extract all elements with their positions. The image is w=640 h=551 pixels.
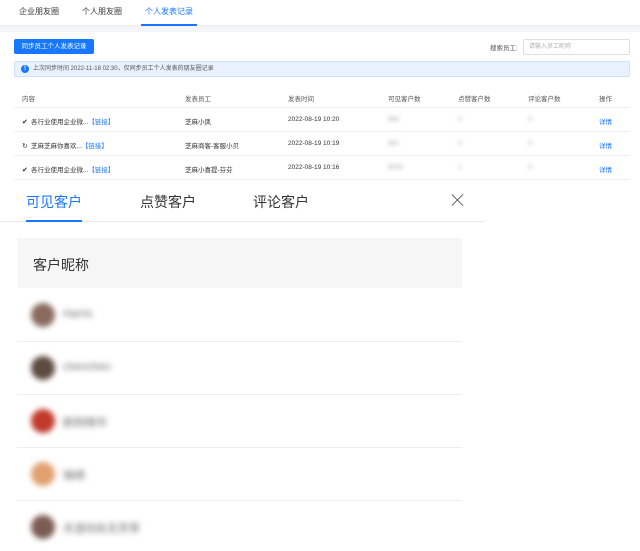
customer-nickname: chenchen xyxy=(63,361,111,373)
tab-personal-post-records[interactable]: 个人发表记录 xyxy=(141,6,197,26)
avatar xyxy=(31,515,55,539)
tab-personal-moments[interactable]: 个人朋友圈 xyxy=(82,6,122,26)
list-item: 欧阳晓华 xyxy=(17,395,462,448)
likes-count: 0 xyxy=(458,140,462,147)
column-header-comments: 评论客户数 xyxy=(528,96,561,103)
info-icon: ! xyxy=(21,65,29,73)
column-header-visible: 可见客户数 xyxy=(388,96,421,103)
table-row: ↻ 芝麻芝麻你喜欢...【链接】 芝麻商客-客服小贝 2022-08-19 10:… xyxy=(14,132,630,156)
detail-link[interactable]: 详情 xyxy=(599,164,612,174)
column-header-time: 发表时间 xyxy=(288,96,314,103)
table-row: ✔ 各行业使用企业微...【链接】 芝麻小凤 2022-08-19 10:20 6… xyxy=(14,108,630,132)
column-header-action: 操作 xyxy=(599,96,612,103)
check-icon: ✔ xyxy=(22,167,28,174)
tab-liked-customers[interactable]: 点赞客户 xyxy=(140,192,196,222)
column-header-customer-nickname: 客户昵称 xyxy=(33,257,89,273)
sync-records-button[interactable]: 同步员工个人发表记录 xyxy=(14,39,94,54)
dialog-tab-bar: 可见客户 点赞客户 评论客户 xyxy=(0,180,484,222)
list-item: chenchen xyxy=(17,342,462,395)
section-divider xyxy=(0,26,640,32)
post-link[interactable]: 【链接】 xyxy=(88,119,114,126)
list-item: 锦绣 xyxy=(17,448,462,501)
close-icon[interactable] xyxy=(449,191,467,209)
tab-visible-customers[interactable]: 可见客户 xyxy=(26,192,82,222)
detail-link[interactable]: 详情 xyxy=(599,116,612,126)
top-tab-bar: 企业朋友圈 个人朋友圈 个人发表记录 xyxy=(0,0,640,26)
column-header-content: 内容 xyxy=(22,96,35,103)
post-link[interactable]: 【链接】 xyxy=(82,143,108,150)
column-header-employee: 发表员工 xyxy=(185,96,211,103)
visible-count: 481 xyxy=(388,140,399,147)
visible-count: 666 xyxy=(388,116,399,123)
post-employee: 芝麻商客-客服小贝 xyxy=(185,143,240,150)
post-time: 2022-08-19 10:16 xyxy=(288,164,340,171)
avatar xyxy=(31,303,55,327)
list-item: 天涯何处无芳草 xyxy=(17,501,462,551)
post-content: ↻ 芝麻芝麻你喜欢...【链接】 xyxy=(22,143,108,150)
avatar xyxy=(31,409,55,433)
check-icon: ✔ xyxy=(22,119,28,126)
post-time: 2022-08-19 10:20 xyxy=(288,116,340,123)
post-employee: 芝麻小凤 xyxy=(185,119,211,126)
column-header-likes: 点赞客户数 xyxy=(458,96,491,103)
post-employee: 芝麻小喜提-芬芬 xyxy=(185,167,233,174)
likes-count: 5 xyxy=(458,116,462,123)
customer-nickname: 天涯何处无芳草 xyxy=(63,523,140,535)
comments-count: 0 xyxy=(528,116,532,123)
table-row: ✔ 各行业使用企业微...【链接】 芝麻小喜提-芬芬 2022-08-19 10:… xyxy=(14,156,630,180)
post-content: ✔ 各行业使用企业微...【链接】 xyxy=(22,167,115,174)
customer-list-header: 客户昵称 xyxy=(17,238,462,288)
visible-count: 6678 xyxy=(388,164,403,171)
avatar xyxy=(31,356,55,380)
likes-count: 1 xyxy=(458,164,462,171)
search-label: 搜索员工: xyxy=(490,45,518,52)
post-content: ✔ 各行业使用企业微...【链接】 xyxy=(22,119,115,126)
refresh-icon: ↻ xyxy=(22,143,28,150)
customer-nickname: Harris xyxy=(63,308,93,320)
comments-count: 0 xyxy=(528,164,532,171)
sync-info-text: 上次同步时间 2022-11-18 02:30，仅同步员工个人发表的朋友圈记录 xyxy=(33,66,214,72)
list-item: Harris xyxy=(17,289,462,342)
table-header: 内容 发表员工 发表时间 可见客户数 点赞客户数 评论客户数 操作 xyxy=(14,86,630,108)
customer-nickname: 欧阳晓华 xyxy=(63,417,107,429)
sync-info-bar: ! 上次同步时间 2022-11-18 02:30，仅同步员工个人发表的朋友圈记… xyxy=(14,61,630,77)
tab-enterprise-moments[interactable]: 企业朋友圈 xyxy=(19,6,59,26)
post-time: 2022-08-19 10:19 xyxy=(288,140,340,147)
avatar xyxy=(31,462,55,486)
tab-commented-customers[interactable]: 评论客户 xyxy=(253,192,309,222)
comments-count: 0 xyxy=(528,140,532,147)
employee-search-input[interactable] xyxy=(523,39,630,55)
customer-list-dialog: 可见客户 点赞客户 评论客户 客户昵称 Harris chenchen 欧阳晓华… xyxy=(0,180,484,551)
detail-link[interactable]: 详情 xyxy=(599,140,612,150)
post-link[interactable]: 【链接】 xyxy=(88,167,114,174)
customer-nickname: 锦绣 xyxy=(63,470,85,482)
